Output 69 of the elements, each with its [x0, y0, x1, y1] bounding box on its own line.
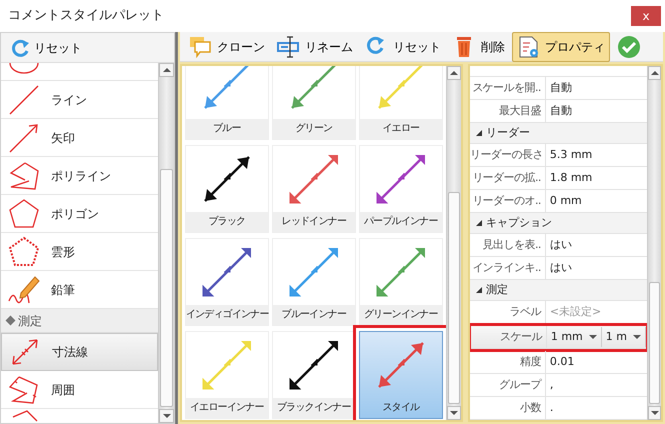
clone-button[interactable]: クローン	[184, 32, 270, 62]
style-tile[interactable]: グリーンインナー	[358, 238, 443, 326]
scroll-up-button[interactable]	[648, 66, 661, 80]
scroll-down-button[interactable]	[446, 406, 461, 420]
property-name: リーダーの長さ	[470, 144, 546, 166]
pentagon-icon	[7, 196, 41, 230]
style-tile[interactable]: イエロー	[358, 66, 443, 140]
scroll-up-button[interactable]	[159, 63, 174, 77]
style-tile[interactable]: インディゴインナー	[184, 238, 269, 326]
property-value[interactable]: 1.8 mm	[546, 167, 592, 190]
property-value[interactable]: 自動	[546, 100, 572, 122]
checkmark-icon	[616, 34, 641, 58]
close-button[interactable]: x	[631, 6, 661, 26]
category-header: リーダー	[486, 125, 530, 142]
property-value[interactable]: ,	[546, 374, 554, 396]
property-value[interactable]: 0 mm	[546, 190, 582, 212]
reset-button[interactable]: リセット	[360, 32, 446, 62]
properties-button[interactable]: プロパティ	[512, 32, 610, 62]
document-gear-icon	[516, 34, 541, 58]
property-name: スケール	[470, 326, 547, 348]
tool-list-item[interactable]: 寸法線	[1, 333, 158, 371]
property-name: スケールを開..	[470, 77, 546, 100]
scroll-down-button[interactable]	[648, 406, 661, 420]
property-value[interactable]: 自動	[546, 77, 572, 100]
property-value[interactable]: はい	[546, 257, 572, 280]
property-value[interactable]: 0.01	[546, 350, 574, 373]
expander-icon[interactable]	[476, 220, 482, 226]
style-tile[interactable]: イエローインナー	[184, 331, 269, 419]
category-header: キャプション	[486, 214, 552, 231]
property-name: 精度	[470, 350, 546, 373]
unit-dropdown[interactable]: 1 m	[602, 326, 646, 347]
expander-icon[interactable]	[476, 130, 482, 136]
style-tile[interactable]: ブルーインナー	[272, 238, 356, 326]
style-tile[interactable]: ブラック	[184, 145, 269, 233]
property-name: 見出しを表..	[470, 234, 546, 256]
scrollbar-thumb[interactable]	[649, 282, 660, 404]
text-cursor-icon	[276, 34, 301, 58]
group-header: 測定	[18, 312, 42, 330]
line-icon	[7, 82, 41, 116]
speech-bubble-icon	[188, 34, 213, 58]
cloud-icon	[7, 234, 41, 268]
style-tile[interactable]: ブラックインナー	[272, 331, 356, 419]
scrollbar-thumb[interactable]	[448, 192, 460, 404]
window-title: コメントスタイルパレット	[8, 7, 164, 26]
expander-icon[interactable]	[476, 287, 482, 294]
scroll-down-button[interactable]	[159, 409, 174, 423]
property-name: 最大目盛	[470, 100, 546, 122]
unit-dropdown[interactable]: 1 mm	[546, 326, 602, 347]
property-name: インラインキ..	[470, 257, 546, 280]
scroll-up-button[interactable]	[446, 66, 461, 80]
property-name: リーダーの拡..	[470, 167, 546, 190]
style-tile[interactable]: パープルインナー	[358, 145, 443, 233]
scrollbar[interactable]	[158, 63, 174, 423]
rename-button[interactable]: リネーム	[272, 32, 358, 62]
property-name: グループ	[470, 374, 546, 396]
property-value[interactable]: はい	[546, 234, 572, 256]
style-tile[interactable]: レッドインナー	[272, 145, 356, 233]
delete-button[interactable]: 削除	[448, 32, 510, 62]
scrollbar[interactable]	[647, 66, 661, 420]
property-name: リーダーのオ..	[470, 190, 546, 212]
reset-icon	[10, 38, 30, 58]
property-value[interactable]: 5.3 mm	[546, 144, 592, 166]
property-name: 小数	[470, 396, 546, 419]
property-value[interactable]: .	[546, 396, 554, 419]
style-tile[interactable]: ブルー	[184, 66, 269, 140]
scrollbar[interactable]	[446, 66, 461, 420]
style-tile[interactable]: グリーン	[272, 66, 356, 140]
scrollbar-thumb[interactable]	[160, 169, 173, 407]
category-header: 測定	[486, 282, 508, 298]
